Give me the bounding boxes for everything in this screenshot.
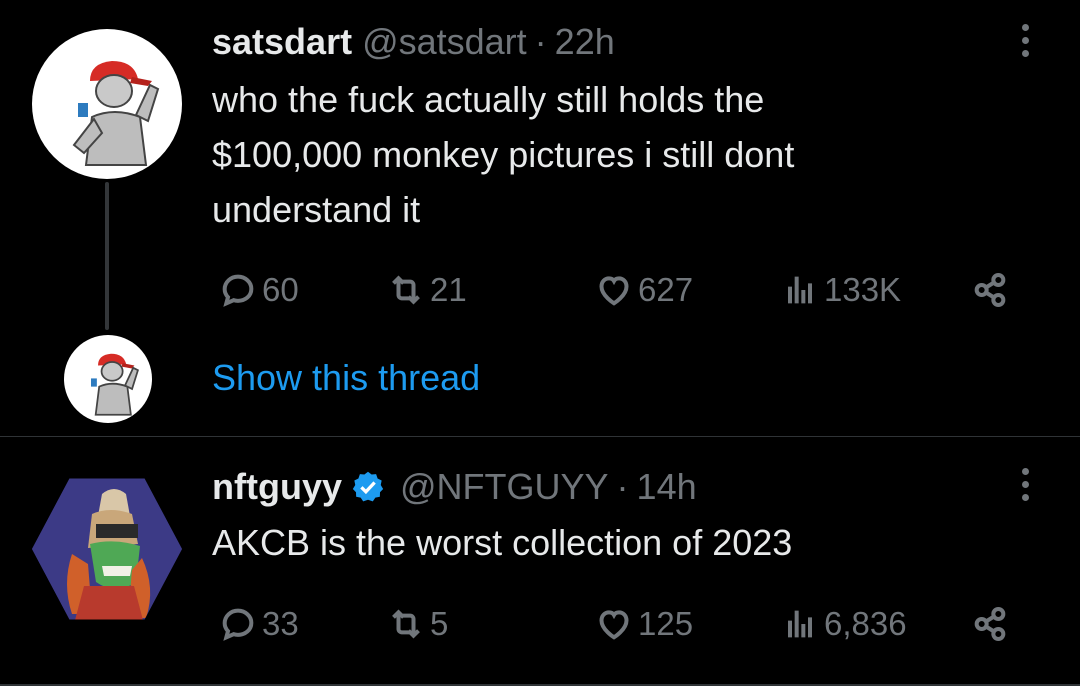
avatar-nft-icon [32,478,182,620]
avatar-illustration-icon [90,353,139,416]
like-button[interactable]: 125 [594,602,693,646]
views-button[interactable]: 133K [780,268,901,312]
reply-button[interactable]: 60 [218,268,299,312]
tweet-actions: 33 5 125 6,836 [212,602,1042,646]
share-icon [974,607,1006,641]
tweet-header: nftguyy @NFTGUYY · 14h [212,465,697,509]
display-name[interactable]: nftguyy [212,465,342,509]
tweet-satsdart[interactable]: satsdart @satsdart · 22h who the fuck ac… [0,0,1080,436]
views-button[interactable]: 6,836 [780,602,907,646]
like-button[interactable]: 627 [594,268,693,312]
thread-line [105,182,109,330]
views-icon [788,610,812,638]
retweet-count: 21 [430,271,467,308]
tweet-actions: 60 21 627 133K [212,268,1042,312]
share-button[interactable] [970,602,1010,646]
avatar[interactable] [32,29,182,179]
retweet-icon [392,609,420,639]
reply-count: 33 [262,605,299,642]
more-icon[interactable] [1010,468,1040,508]
retweet-button[interactable]: 21 [386,268,467,312]
separator-dot: · [616,466,629,507]
user-handle[interactable]: @NFTGUYY [400,465,609,509]
reply-icon [222,608,254,641]
tweet-text-line: $100,000 monkey pictures i still dont [212,134,795,175]
separator-dot: · [534,21,547,62]
timestamp[interactable]: 22h [555,20,615,64]
verified-badge-icon [352,471,384,502]
retweet-icon [392,275,420,305]
tweet-text-line: AKCB is the worst collection of 2023 [212,522,793,563]
tweet-nftguyy[interactable]: nftguyy @NFTGUYY · 14h AKCB is the worst… [0,437,1080,686]
views-count: 6,836 [824,605,907,642]
like-count: 125 [638,605,694,642]
thread-avatar[interactable] [64,335,152,423]
timestamp[interactable]: 14h [637,465,697,509]
share-icon [974,273,1006,307]
show-thread-link[interactable]: Show this thread [212,356,480,400]
more-icon[interactable] [1010,24,1040,64]
display-name[interactable]: satsdart [212,20,352,64]
avatar[interactable] [32,478,182,620]
tweet-text: who the fuck actually still holds the $1… [212,72,1032,237]
user-handle[interactable]: @satsdart [362,20,527,64]
tweet-header: satsdart @satsdart · 22h [212,20,615,64]
reply-icon [222,274,254,307]
reply-button[interactable]: 33 [218,602,299,646]
reply-count: 60 [262,271,299,308]
avatar-illustration-icon [72,61,160,166]
heart-icon [599,276,629,306]
retweet-button[interactable]: 5 [386,602,448,646]
tweet-text-line: who the fuck actually still holds the [212,79,765,120]
views-count: 133K [824,271,902,308]
retweet-count: 5 [430,605,449,642]
like-count: 627 [638,271,694,308]
tweet-text: AKCB is the worst collection of 2023 [212,515,1032,570]
heart-icon [599,610,629,640]
views-icon [788,276,812,304]
share-button[interactable] [970,268,1010,312]
tweet-text-line: understand it [212,189,421,230]
